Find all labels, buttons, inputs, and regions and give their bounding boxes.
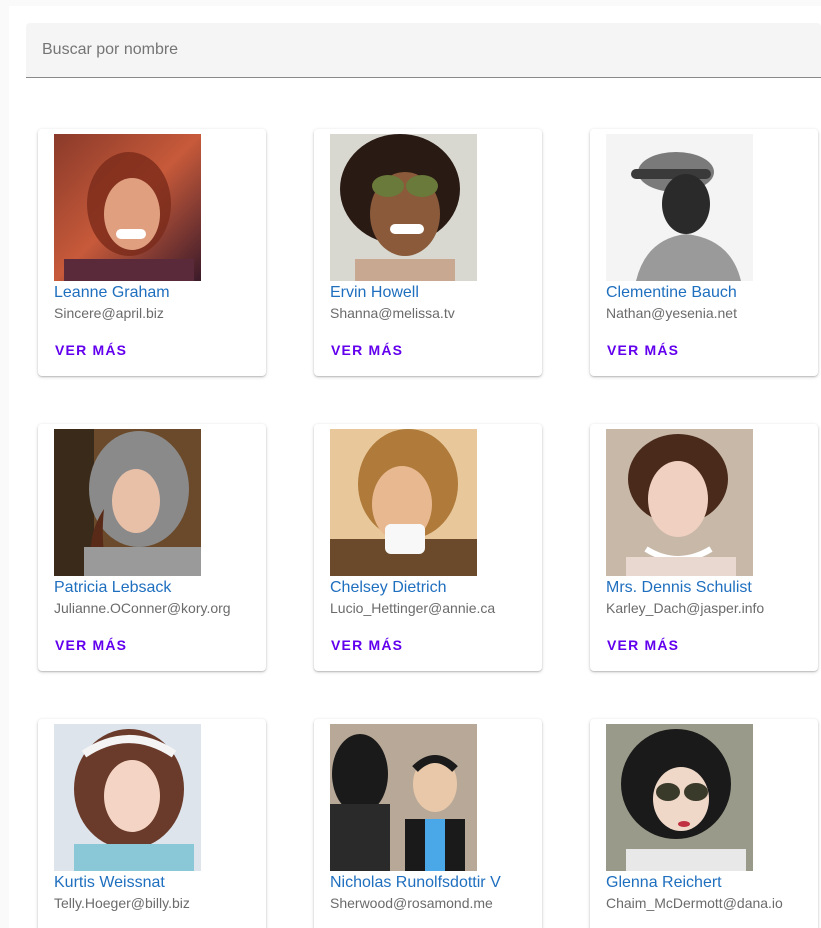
user-email: Shanna@melissa.tv (330, 305, 455, 321)
user-email: Julianne.OConner@kory.org (54, 600, 231, 616)
user-card: Clementine Bauch Nathan@yesenia.net VER … (590, 129, 818, 376)
user-name[interactable]: Nicholas Runolfsdottir V (330, 873, 535, 893)
user-photo (330, 134, 477, 281)
user-photo (606, 134, 753, 281)
user-name[interactable]: Mrs. Dennis Schulist (606, 578, 811, 598)
user-email: Sherwood@rosamond.me (330, 895, 493, 911)
user-name[interactable]: Clementine Bauch (606, 283, 811, 303)
user-email: Telly.Hoeger@billy.biz (54, 895, 190, 911)
user-email: Lucio_Hettinger@annie.ca (330, 600, 496, 616)
search-input[interactable] (26, 23, 821, 77)
user-email: Karley_Dach@jasper.info (606, 600, 765, 616)
user-photo (330, 724, 477, 871)
user-photo (54, 134, 201, 281)
user-card: Leanne Graham Sincere@april.biz VER MÁS (38, 129, 266, 376)
user-name[interactable]: Leanne Graham (54, 283, 259, 303)
user-photo (606, 724, 753, 871)
see-more-button[interactable]: VER MÁS (47, 628, 135, 662)
user-name[interactable]: Patricia Lebsack (54, 578, 259, 598)
user-photo (54, 429, 201, 576)
user-name[interactable]: Ervin Howell (330, 283, 535, 303)
user-card: Chelsey Dietrich Lucio_Hettinger@annie.c… (314, 424, 542, 671)
user-photo (606, 429, 753, 576)
user-card: Ervin Howell Shanna@melissa.tv VER MÁS (314, 129, 542, 376)
see-more-button[interactable]: VER MÁS (323, 628, 411, 662)
user-name[interactable]: Kurtis Weissnat (54, 873, 259, 893)
page: Leanne Graham Sincere@april.biz VER MÁS … (0, 0, 821, 928)
user-card: Glenna Reichert Chaim_McDermott@dana.io (590, 719, 818, 928)
user-card: Patricia Lebsack Julianne.OConner@kory.o… (38, 424, 266, 671)
see-more-button[interactable]: VER MÁS (599, 628, 687, 662)
user-name[interactable]: Chelsey Dietrich (330, 578, 535, 598)
search-field[interactable] (26, 23, 821, 78)
user-email: Nathan@yesenia.net (606, 305, 737, 321)
user-directory: Leanne Graham Sincere@april.biz VER MÁS … (9, 6, 821, 928)
see-more-button[interactable]: VER MÁS (599, 333, 687, 367)
user-card: Nicholas Runolfsdottir V Sherwood@rosamo… (314, 719, 542, 928)
see-more-button[interactable]: VER MÁS (47, 333, 135, 367)
see-more-button[interactable]: VER MÁS (323, 333, 411, 367)
user-photo (330, 429, 477, 576)
user-email: Sincere@april.biz (54, 305, 164, 321)
user-photo (54, 724, 201, 871)
user-card: Kurtis Weissnat Telly.Hoeger@billy.biz (38, 719, 266, 928)
user-name[interactable]: Glenna Reichert (606, 873, 811, 893)
user-card: Mrs. Dennis Schulist Karley_Dach@jasper.… (590, 424, 818, 671)
user-email: Chaim_McDermott@dana.io (606, 895, 783, 911)
